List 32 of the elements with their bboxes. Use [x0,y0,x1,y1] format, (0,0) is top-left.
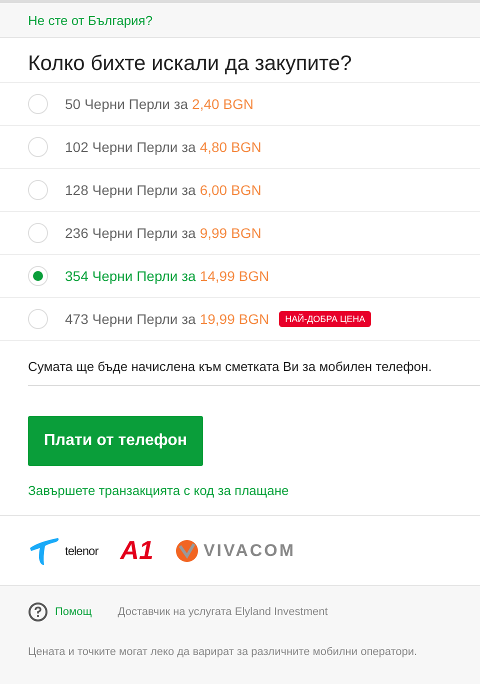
check-circle-icon [175,538,200,562]
help-icon[interactable] [28,602,48,622]
a1-logo: A1 [120,535,154,566]
provider-text: Доставчик на услугата Elyland Investment [118,606,328,618]
payment-code-link[interactable]: Завършете транзакцията с код за плащане [28,483,289,498]
option-price: 14,99 BGN [200,268,270,284]
telenor-logo: telenor [65,544,98,558]
question-heading: Колко бихте искали да закупите? [27,51,353,77]
option-label: 473 Черни Перли за [65,311,196,327]
option-price: 6,00 BGN [200,182,262,198]
radio-button[interactable] [28,137,48,157]
best-price-badge: НАЙ-ДОБРА ЦЕНА [279,311,372,327]
option-price: 19,99 BGN [200,311,270,327]
charge-note: Сумата ще бъде начислена към сметката Ви за мобилен телефон. [28,341,480,386]
option-label: 354 Черни Перли за [65,268,196,284]
option-label: 236 Черни Перли за [65,225,196,241]
radio-button[interactable] [28,94,48,114]
option-label: 128 Черни Перли за [65,182,196,198]
radio-button[interactable] [28,180,48,200]
radio-button[interactable] [28,266,48,286]
radio-button[interactable] [28,223,48,243]
radio-button[interactable] [28,309,48,329]
option-label: 50 Черни Перли за [65,96,188,112]
country-link[interactable]: Не сте от България? [28,12,153,28]
disclaimer-text: Цената и точките могат леко да варират за различните мобилни оператори. [28,646,418,658]
option-price: 9,99 BGN [200,225,262,241]
pay-button[interactable]: Плати от телефон [28,416,203,466]
vivacom-logo: VIVACOM [203,540,296,560]
option-price: 2,40 BGN [192,96,254,112]
option-price: 4,80 BGN [200,139,262,155]
option-label: 102 Черни Перли за [65,139,196,155]
help-link[interactable]: Помощ [55,606,92,618]
